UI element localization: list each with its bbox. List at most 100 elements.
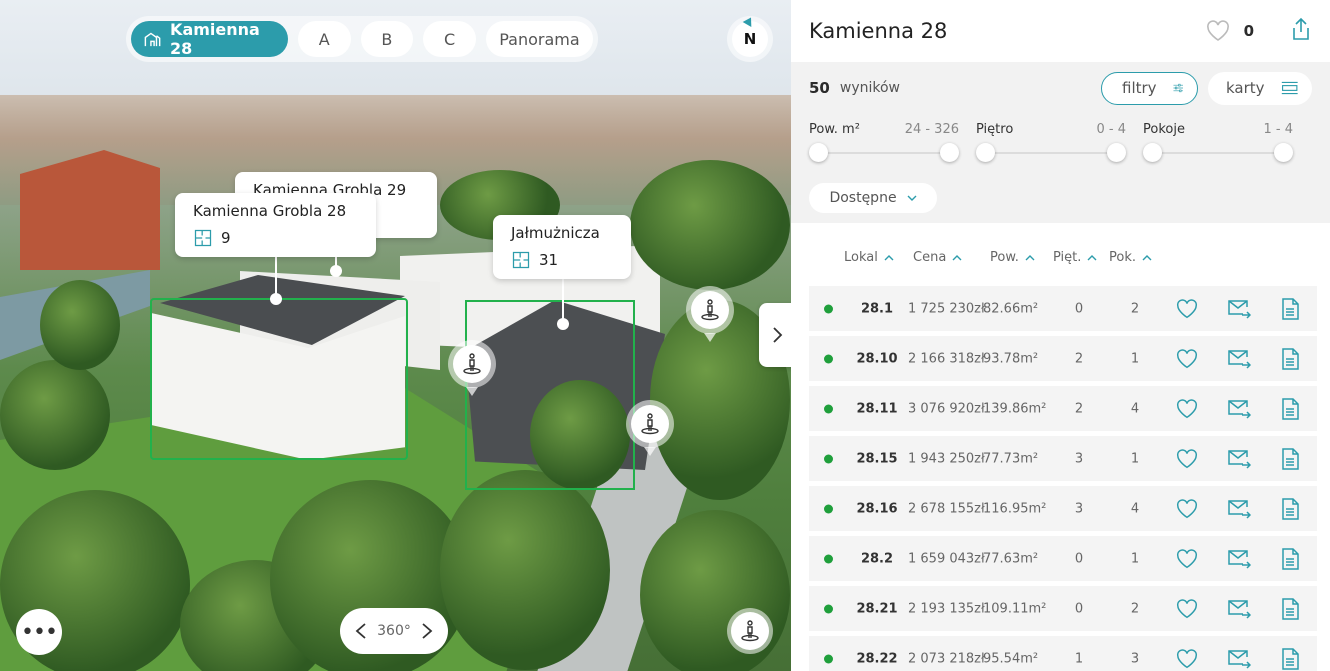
compass-button[interactable]: N (727, 15, 773, 62)
send-mail-icon[interactable] (1227, 499, 1252, 519)
street-view-button[interactable] (727, 608, 773, 654)
sort-up-icon (1087, 255, 1097, 261)
tab-c[interactable]: C (423, 21, 476, 57)
cell-cena: 1 725 230zł (908, 301, 985, 316)
document-icon[interactable] (1281, 347, 1299, 370)
heart-icon[interactable] (1176, 498, 1198, 519)
building-tabs: Kamienna 28 A B C Panorama (126, 16, 598, 62)
table-row[interactable]: 28.21 2 193 135zł 109.11m² 0 2 (809, 586, 1317, 631)
cell-cena: 1 943 250zł (908, 451, 985, 466)
building-label-jalmuznicza[interactable]: Jałmużnicza 31 (493, 215, 631, 279)
cards-view-button[interactable]: karty (1208, 71, 1312, 105)
filters-button[interactable]: filtry (1101, 71, 1198, 105)
send-mail-icon[interactable] (1227, 549, 1252, 569)
share-button[interactable] (1290, 17, 1312, 45)
range-value: 24 - 326 (904, 122, 959, 137)
results-count: 50 (809, 79, 830, 97)
document-icon[interactable] (1281, 547, 1299, 570)
heart-icon[interactable] (1176, 348, 1198, 369)
document-icon[interactable] (1281, 597, 1299, 620)
cell-pietro: 2 (1074, 351, 1084, 366)
availability-select[interactable]: Dostępne (809, 183, 937, 213)
cell-pietro: 0 (1074, 601, 1084, 616)
heart-icon[interactable] (1176, 448, 1198, 469)
sort-lokal[interactable]: Lokal (844, 250, 894, 265)
send-mail-icon[interactable] (1227, 599, 1252, 619)
range-min-handle[interactable] (1143, 143, 1162, 162)
availability-dot (824, 554, 833, 563)
table-header: Lokal Cena Pow. Pięt. Pok. (791, 250, 1330, 272)
rotate-right-icon[interactable] (420, 622, 434, 640)
range-min-handle[interactable] (809, 143, 828, 162)
document-icon[interactable] (1281, 397, 1299, 420)
column-label: Pięt. (1053, 250, 1082, 265)
tree (0, 360, 110, 470)
heart-icon[interactable] (1176, 598, 1198, 619)
cell-lokal: 28.10 (856, 351, 898, 366)
range-value: 0 - 4 (1096, 122, 1127, 137)
cell-cena: 2 073 218zł (908, 651, 985, 666)
tab-kamienna-28[interactable]: Kamienna 28 (131, 20, 288, 58)
tab-panorama[interactable]: Panorama (485, 21, 593, 57)
range-label: Pow. m² (809, 122, 860, 137)
availability-value: Dostępne (829, 190, 897, 206)
viewpoint-pin[interactable] (448, 340, 496, 396)
range-min-handle[interactable] (976, 143, 995, 162)
sort-pokoje[interactable]: Pok. (1109, 250, 1152, 265)
favorites-counter[interactable]: 0 (1206, 20, 1254, 42)
heart-icon[interactable] (1176, 648, 1198, 669)
viewpoint-pin[interactable] (626, 400, 674, 456)
table-row[interactable]: 28.11 3 076 920zł 139.86m² 2 4 (809, 386, 1317, 431)
send-mail-icon[interactable] (1227, 299, 1252, 319)
document-icon[interactable] (1281, 497, 1299, 520)
available-units-count: 9 (221, 229, 231, 247)
building-label-kamienna-grobla-28[interactable]: Kamienna Grobla 28 9 (175, 193, 376, 257)
document-icon[interactable] (1281, 297, 1299, 320)
rotate-left-icon[interactable] (354, 622, 368, 640)
sort-pow[interactable]: Pow. (990, 250, 1035, 265)
cards-label: karty (1226, 79, 1265, 97)
document-icon[interactable] (1281, 647, 1299, 670)
table-row[interactable]: 28.1 1 725 230zł 82.66m² 0 2 (809, 286, 1317, 331)
range-max-handle[interactable] (1274, 143, 1293, 162)
label-anchor (270, 293, 282, 305)
range-max-handle[interactable] (1107, 143, 1126, 162)
send-mail-icon[interactable] (1227, 349, 1252, 369)
building-label-name: Jałmużnicza (511, 224, 600, 242)
heart-icon[interactable] (1176, 298, 1198, 319)
table-row[interactable]: 28.10 2 166 318zł 93.78m² 2 1 (809, 336, 1317, 381)
more-options-button[interactable]: ••• (16, 609, 62, 655)
heart-icon[interactable] (1176, 548, 1198, 569)
cell-lokal: 28.2 (860, 551, 894, 566)
sort-pietro[interactable]: Pięt. (1053, 250, 1097, 265)
tab-a[interactable]: A (297, 21, 351, 57)
table-row[interactable]: 28.2 1 659 043zł 77.63m² 0 1 (809, 536, 1317, 581)
cell-lokal: 28.22 (856, 651, 898, 666)
send-mail-icon[interactable] (1227, 649, 1252, 669)
send-mail-icon[interactable] (1227, 399, 1252, 419)
cell-pietro: 2 (1074, 401, 1084, 416)
chevron-right-icon (773, 327, 783, 343)
document-icon[interactable] (1281, 447, 1299, 470)
cell-pow: 82.66m² (983, 301, 1039, 316)
sort-up-icon (884, 255, 894, 261)
toggle-panel-button[interactable] (759, 303, 795, 367)
sort-cena[interactable]: Cena (913, 250, 962, 265)
range-max-handle[interactable] (940, 143, 959, 162)
table-row[interactable]: 28.22 2 073 218zł 95.54m² 1 3 (809, 636, 1317, 671)
availability-dot (824, 404, 833, 413)
table-row[interactable]: 28.15 1 943 250zł 77.73m² 3 1 (809, 436, 1317, 481)
column-label: Lokal (844, 250, 878, 265)
cell-pokoje: 2 (1130, 301, 1140, 316)
viewpoint-pin[interactable] (686, 286, 734, 342)
3d-scene-view[interactable]: Kamienna 28 A B C Panorama N Kamienna Gr… (0, 0, 791, 671)
cell-lokal: 28.11 (856, 401, 898, 416)
panel-header: Kamienna 28 0 (791, 0, 1330, 62)
rotation-label: 360° (377, 623, 411, 639)
heart-icon[interactable] (1176, 398, 1198, 419)
tab-b[interactable]: B (360, 21, 414, 57)
send-mail-icon[interactable] (1227, 449, 1252, 469)
tab-label: Kamienna 28 (170, 20, 260, 58)
table-row[interactable]: 28.16 2 678 155zł 116.95m² 3 4 (809, 486, 1317, 531)
column-label: Pow. (990, 250, 1019, 265)
